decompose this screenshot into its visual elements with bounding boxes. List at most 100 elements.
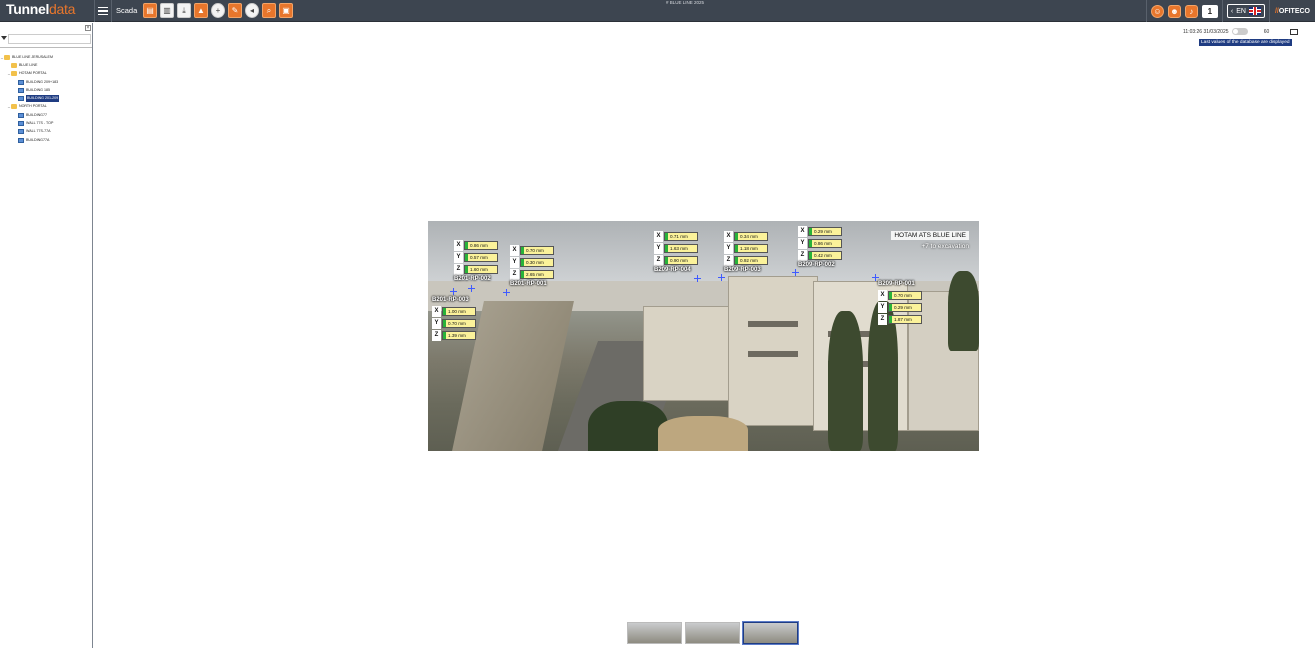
- tree-node[interactable]: BUILDING77: [0, 111, 92, 119]
- sensor-marker[interactable]: [694, 275, 701, 282]
- tree-node-label: BLUE LINE: [19, 62, 38, 67]
- sensor-marker[interactable]: [792, 269, 799, 276]
- document-icon[interactable]: ▤: [143, 3, 157, 18]
- axis-x-label: X: [798, 225, 807, 237]
- sensor-callout[interactable]: X 0.34 mm Y 1.18 mm Z 0.92 mm B209-RP-003: [724, 230, 768, 273]
- structure-tree: – BLUE LINE JERUSALEM BLUE LINE – HOTAM PORT…: [0, 53, 92, 144]
- sensor-y-value: 1.18 mm: [734, 243, 768, 253]
- edit-icon[interactable]: ✎: [228, 3, 242, 18]
- axis-z-label: Z: [724, 254, 733, 266]
- tree-node-label: NORTH PORTAL: [19, 104, 47, 109]
- sensor-marker[interactable]: [718, 274, 725, 281]
- sensor-marker[interactable]: [468, 285, 475, 292]
- sensor-z-value: 0.42 mm: [808, 250, 842, 260]
- auto-refresh-toggle[interactable]: [1231, 28, 1248, 35]
- last-update-timestamp: 11:03:26 31/03/2025: [1183, 28, 1229, 35]
- tree-node-label: BUILDING 201-209: [26, 95, 60, 103]
- building-icon: [18, 137, 24, 143]
- sensor-callout[interactable]: X 0.71 mm Y 1.63 mm Z 0.90 mm B209-RP-004: [654, 230, 698, 273]
- folder-icon: [11, 62, 17, 68]
- photo-thumbnail[interactable]: [627, 622, 682, 644]
- axis-y-label: Y: [510, 256, 519, 268]
- sensor-callout[interactable]: B201-RP-003 X 1.00 mm Y 0.70 mm Z 1.39 mm: [432, 297, 476, 341]
- sensor-marker[interactable]: [872, 274, 879, 281]
- filter-input[interactable]: [8, 34, 91, 44]
- section-title: Scada: [116, 6, 138, 15]
- sensor-marker[interactable]: [450, 288, 457, 295]
- sensor-x-value: 0.70 mm: [888, 290, 922, 300]
- fullscreen-icon[interactable]: [1289, 28, 1298, 35]
- download-icon[interactable]: ⤓: [177, 3, 191, 18]
- sensor-marker[interactable]: [503, 289, 510, 296]
- photo-window: [748, 321, 798, 327]
- sensor-z-value: 1.87 mm: [888, 314, 922, 324]
- axis-y-label: Y: [878, 301, 887, 313]
- axis-x-label: X: [510, 244, 519, 256]
- sensor-callout[interactable]: X 0.86 mm Y 0.57 mm Z 1.60 mm B201-RP-002: [454, 239, 498, 282]
- tree-node[interactable]: BUILDING 185: [0, 86, 92, 94]
- refresh-interval[interactable]: 60: [1259, 29, 1275, 35]
- folder-icon: [4, 54, 10, 60]
- clipboard-icon[interactable]: ▥: [160, 3, 174, 18]
- axis-z-label: Z: [654, 254, 663, 266]
- building-icon: [18, 129, 24, 135]
- sensor-name: B201-RP-002: [454, 276, 491, 282]
- photo-tree: [588, 401, 668, 451]
- sensor-y-value: 1.63 mm: [664, 243, 698, 253]
- sensor-y-value: 0.70 mm: [442, 318, 476, 328]
- zoom-icon[interactable]: ⌕: [262, 3, 276, 18]
- hamburger-menu-icon[interactable]: [94, 0, 112, 22]
- photo-thumbnail-active[interactable]: [742, 621, 799, 645]
- sensor-z-value: 1.60 mm: [464, 264, 498, 274]
- uk-flag-icon: [1248, 7, 1261, 15]
- brand-name: OFITECO: [1278, 7, 1310, 15]
- save-icon[interactable]: ▣: [279, 3, 293, 18]
- tree-node[interactable]: – NORTH PORTAL: [0, 103, 92, 111]
- image-upload-icon[interactable]: ▲: [194, 3, 208, 18]
- sensor-callout[interactable]: X 0.29 mm Y 0.86 mm Z 0.42 mm B209-RP-002: [798, 225, 842, 268]
- user-icon[interactable]: ☺: [1150, 4, 1164, 18]
- add-icon[interactable]: +: [211, 3, 225, 18]
- filter-icon[interactable]: [1, 36, 7, 40]
- axis-y-label: Y: [724, 242, 733, 254]
- back-icon[interactable]: ◂: [245, 3, 259, 18]
- sensor-name: B209-RP-003: [724, 267, 761, 273]
- sensor-x-value: 1.00 mm: [442, 306, 476, 316]
- photo-thumbnails: [627, 621, 799, 645]
- language-selector[interactable]: ‹ EN: [1226, 4, 1265, 18]
- tree-node[interactable]: WALL 77S - TOP: [0, 119, 92, 127]
- axis-z-label: Z: [878, 313, 887, 325]
- users-icon[interactable]: ☻: [1167, 4, 1181, 18]
- axis-y-label: Y: [798, 237, 807, 249]
- tree-node[interactable]: BUILDING 209+183: [0, 78, 92, 86]
- bell-icon[interactable]: ♪: [1184, 4, 1198, 18]
- photo-thumbnail[interactable]: [685, 622, 740, 644]
- photo-title: HOTAM ATS BLUE LINE: [891, 231, 969, 240]
- tree-node[interactable]: – BLUE LINE JERUSALEM: [0, 53, 92, 61]
- database-notice: Last values of the database are displaye…: [1199, 39, 1292, 46]
- sensor-x-value: 0.70 mm: [520, 245, 554, 255]
- tree-node-label: WALL 77S - TOP: [26, 121, 54, 126]
- tree-node-label: WALL 77S-77A: [26, 129, 51, 134]
- folder-icon: [11, 71, 17, 77]
- tree-node-label: HOTAM PORTAL: [19, 71, 47, 76]
- tunneldata-logo[interactable]: Tunnel data: [6, 1, 75, 21]
- sensor-z-value: 0.90 mm: [664, 255, 698, 265]
- axis-y-label: Y: [432, 317, 441, 329]
- axis-x-label: X: [454, 239, 463, 251]
- tree-node[interactable]: BUILDING77A: [0, 136, 92, 144]
- site-photo[interactable]: HOTAM ATS BLUE LINE +7 to excavation X 0.…: [428, 221, 979, 451]
- language-code: EN: [1236, 7, 1246, 15]
- tree-node[interactable]: BUILDING 201-209: [0, 94, 92, 103]
- tree-node-label: BUILDING 209+183: [26, 79, 59, 84]
- axis-z-label: Z: [432, 329, 441, 341]
- sensor-callout[interactable]: X 0.70 mm Y 0.30 mm Z 2.65 mm B201-RP-001: [510, 244, 554, 287]
- sensor-callout[interactable]: B209-RP-001 X 0.70 mm Y 0.29 mm Z 1.87 mm: [878, 281, 922, 325]
- close-icon[interactable]: ×: [85, 25, 91, 31]
- notification-count[interactable]: 1: [1201, 4, 1218, 18]
- tree-node-label: BLUE LINE JERUSALEM: [12, 54, 53, 59]
- tree-node[interactable]: WALL 77S-77A: [0, 128, 92, 136]
- ofiteco-logo: //OFITECO: [1270, 8, 1315, 15]
- tree-node[interactable]: – HOTAM PORTAL: [0, 70, 92, 78]
- tree-node[interactable]: BLUE LINE: [0, 61, 92, 69]
